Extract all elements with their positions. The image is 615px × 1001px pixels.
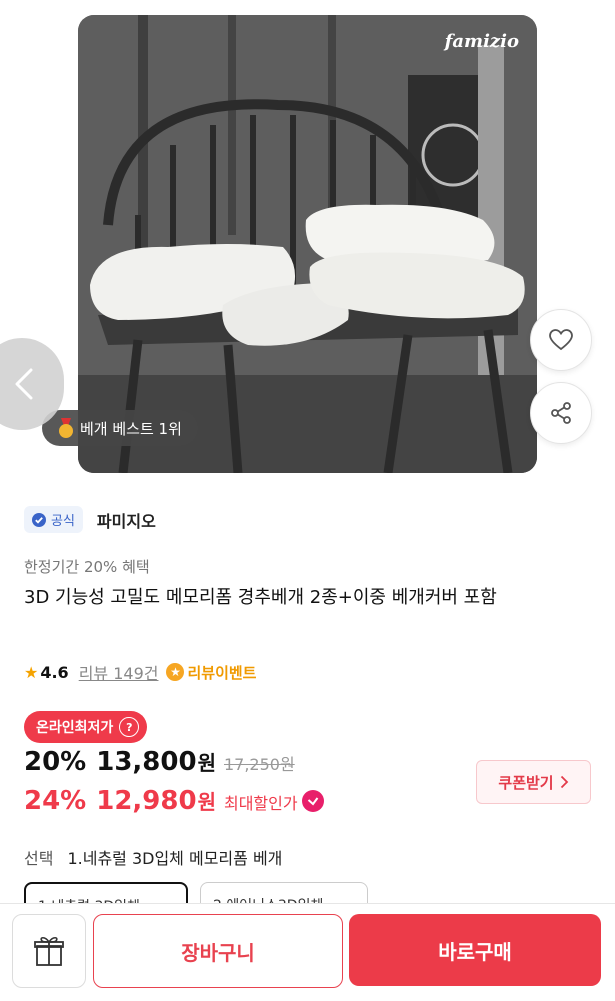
official-label: 공식 [51, 514, 75, 529]
product-image[interactable]: famizio [78, 15, 537, 473]
option-selection: 선택 1.네츄럴 3D입체 메모리폼 베개 [24, 845, 282, 869]
review-event-icon: ★ [166, 663, 185, 681]
max-price-unit: 원 [197, 790, 216, 814]
max-discount-percent: 24% [24, 786, 87, 816]
brand-watermark: famizio [444, 31, 519, 52]
reviews-link[interactable]: 리뷰 149건 [79, 660, 159, 684]
chevron-left-icon [15, 368, 33, 400]
medal-icon [58, 418, 74, 438]
add-to-cart-button[interactable]: 장바구니 [93, 914, 343, 988]
product-photo [78, 15, 537, 473]
check-icon [301, 790, 324, 812]
lowest-price-badge[interactable]: 온라인최저가 ? [24, 711, 148, 743]
chevron-right-icon [560, 775, 568, 789]
question-icon: ? [119, 717, 140, 737]
original-price: 17,250원 [223, 755, 295, 774]
seller-row[interactable]: 공식 파미지오 [24, 506, 156, 533]
star-icon: ★ [24, 662, 39, 682]
share-button[interactable] [530, 382, 592, 444]
verified-icon [32, 512, 46, 527]
gift-icon [34, 936, 64, 966]
max-discount-price: 12,980 [96, 786, 197, 816]
promo-text: 한정기간 20% 혜택 [24, 558, 150, 576]
gift-button[interactable] [12, 914, 86, 988]
share-icon [551, 402, 571, 424]
wishlist-button[interactable] [530, 309, 592, 371]
bottom-action-bar: 장바구니 바로구매 [0, 903, 615, 1001]
coupon-label: 쿠폰받기 [498, 773, 554, 792]
best-seller-badge: 베개 베스트 1위 [42, 410, 198, 446]
review-event-link[interactable]: 리뷰이벤트 [187, 662, 256, 683]
max-discount-row[interactable]: 24% 12,980 원 최대할인가 [24, 786, 324, 816]
rating-score: 4.6 [40, 662, 69, 682]
sale-price-row: 20% 13,800 원 17,250원 [24, 747, 295, 777]
coupon-button[interactable]: 쿠폰받기 [476, 760, 591, 804]
max-discount-label: 최대할인가 [223, 794, 298, 813]
sale-price-unit: 원 [197, 751, 216, 775]
best-seller-label: 베개 베스트 1위 [80, 419, 182, 438]
sale-price: 13,800 [96, 747, 197, 777]
buy-now-button[interactable]: 바로구매 [349, 914, 601, 986]
product-title: 3D 기능성 고밀도 메모리폼 경추베개 2종+이중 베개커버 포함 [24, 587, 497, 608]
option-label: 선택 [24, 849, 54, 868]
rating-row: ★ 4.6 리뷰 149건 ★ 리뷰이벤트 [24, 660, 257, 684]
option-value: 1.네츄럴 3D입체 메모리폼 베개 [67, 849, 283, 868]
discount-percent: 20% [24, 747, 87, 777]
seller-name[interactable]: 파미지오 [97, 508, 156, 532]
lowest-price-label: 온라인최저가 [36, 720, 114, 736]
heart-icon [549, 329, 573, 351]
official-badge: 공식 [24, 506, 83, 533]
